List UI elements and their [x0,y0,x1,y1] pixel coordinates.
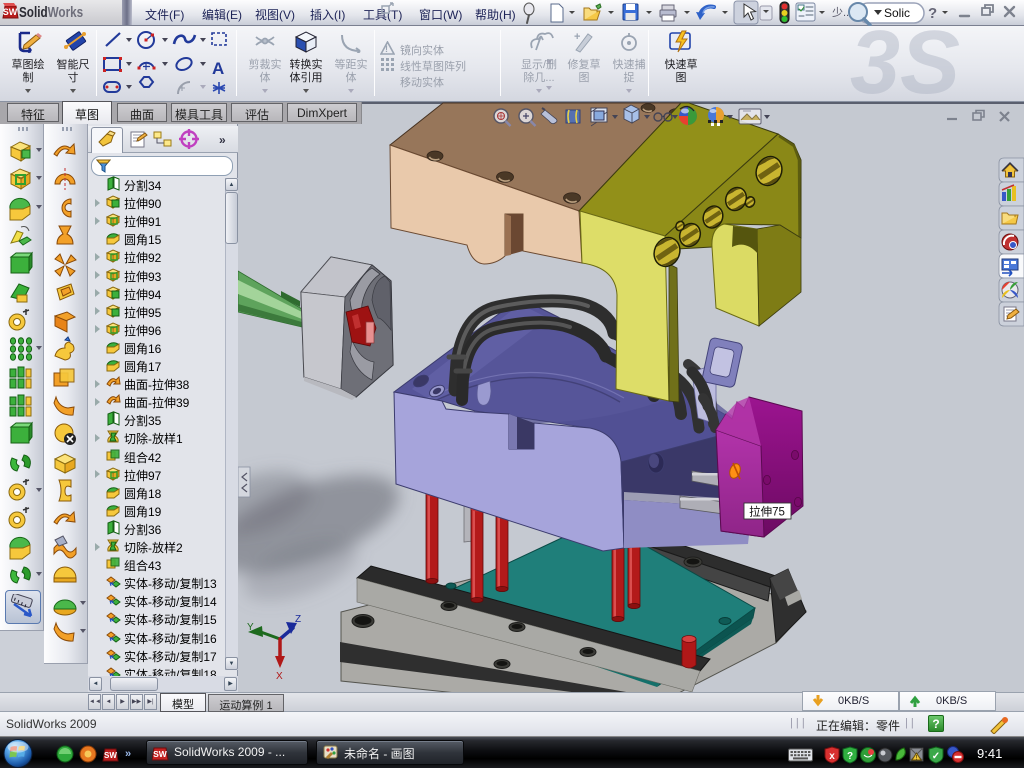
svg-text:SW: SW [153,749,168,759]
svg-text:✓: ✓ [932,751,940,762]
svg-text:SW: SW [104,751,117,760]
svg-text:少..: 少.. [832,6,849,19]
svg-text:!: ! [385,44,388,54]
svg-text:Z: Z [295,614,301,625]
svg-text:SW: SW [3,7,18,17]
svg-text:x: x [829,751,835,762]
svg-text:X: X [276,671,283,682]
svg-text:+: + [574,31,580,43]
svg-text:»: » [125,748,131,760]
svg-text:Y: Y [247,622,254,633]
svg-text:?: ? [847,751,853,762]
svg-text:A: A [212,59,224,78]
svg-text:拉伸75: 拉伸75 [749,505,785,519]
